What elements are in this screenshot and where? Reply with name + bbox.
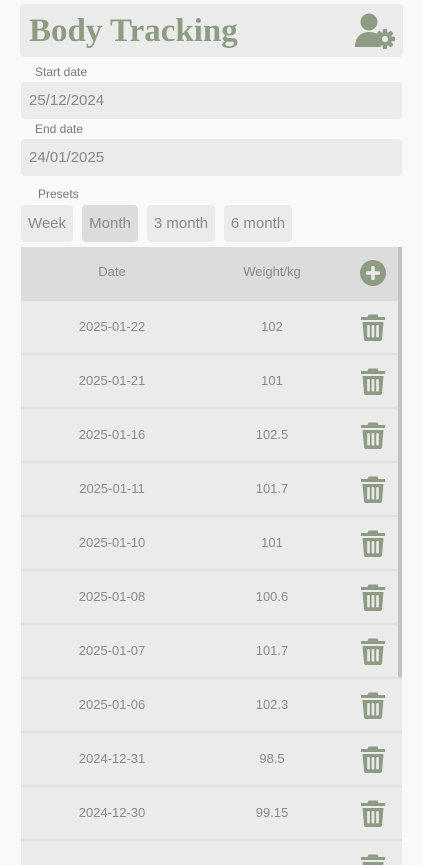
start-date-label: Start date bbox=[35, 65, 88, 79]
row-date: 2025-01-21 bbox=[78, 373, 146, 388]
row-date: 2025-01-08 bbox=[78, 589, 146, 604]
row-date: 2024-12-30 bbox=[78, 805, 146, 820]
table-row: 2025-01-22 102 bbox=[21, 301, 402, 355]
delete-entry-button[interactable] bbox=[361, 476, 385, 503]
delete-entry-button[interactable] bbox=[361, 854, 385, 865]
header-bar: Body Tracking bbox=[20, 4, 403, 57]
row-date: 2025-01-07 bbox=[78, 643, 146, 658]
row-date: 2025-01-16 bbox=[78, 427, 146, 442]
delete-entry-button[interactable] bbox=[361, 422, 385, 449]
table-row: 2025-01-16 102.5 bbox=[21, 409, 402, 463]
row-weight: 101 bbox=[261, 535, 283, 550]
trash-icon bbox=[361, 368, 385, 395]
add-entry-button[interactable] bbox=[360, 260, 386, 286]
row-date: 2025-01-11 bbox=[79, 481, 145, 496]
table-row: 2024-12-31 98.5 bbox=[21, 733, 402, 787]
preset-month-button[interactable]: Month bbox=[82, 205, 138, 242]
trash-icon bbox=[361, 584, 385, 611]
row-weight: 101 bbox=[261, 373, 283, 388]
row-weight: 100.6 bbox=[255, 589, 289, 604]
weight-table: Date Weight/kg 2025-01-22 102 2025-01-21… bbox=[21, 247, 402, 865]
row-weight: 102.5 bbox=[255, 427, 289, 442]
table-row: 2025-01-10 101 bbox=[21, 517, 402, 571]
trash-icon bbox=[361, 746, 385, 773]
column-header-weight: Weight/kg bbox=[243, 264, 301, 279]
row-date: 2025-01-22 bbox=[78, 319, 146, 334]
start-date-input[interactable] bbox=[21, 82, 402, 119]
user-settings-button[interactable] bbox=[355, 13, 395, 49]
row-weight: 102.3 bbox=[255, 697, 289, 712]
table-row: 2025-01-08 100.6 bbox=[21, 571, 402, 625]
trash-icon bbox=[361, 314, 385, 341]
column-header-date: Date bbox=[98, 264, 126, 279]
table-row-partial bbox=[21, 841, 402, 865]
trash-icon bbox=[361, 638, 385, 665]
end-date-input[interactable] bbox=[21, 139, 402, 176]
table-scrollbar[interactable] bbox=[398, 247, 402, 677]
row-date: 2025-01-06 bbox=[78, 697, 146, 712]
row-weight: 101.7 bbox=[255, 481, 289, 496]
user-gear-icon bbox=[355, 13, 395, 49]
preset-6-month-button[interactable]: 6 month bbox=[224, 205, 292, 242]
delete-entry-button[interactable] bbox=[361, 368, 385, 395]
trash-icon bbox=[361, 854, 385, 865]
app: Body Tracking Start date 25/12/2024 End … bbox=[0, 0, 423, 865]
plus-circle-icon bbox=[360, 260, 386, 286]
table-row: 2025-01-21 101 bbox=[21, 355, 402, 409]
end-date-field[interactable] bbox=[21, 139, 402, 176]
delete-entry-button[interactable] bbox=[361, 638, 385, 665]
table-row: 2025-01-11 101.7 bbox=[21, 463, 402, 517]
delete-entry-button[interactable] bbox=[361, 530, 385, 557]
delete-entry-button[interactable] bbox=[361, 692, 385, 719]
delete-entry-button[interactable] bbox=[361, 584, 385, 611]
preset-3-month-button[interactable]: 3 month bbox=[147, 205, 215, 242]
trash-icon bbox=[361, 800, 385, 827]
row-weight: 102 bbox=[261, 319, 283, 334]
preset-week-button[interactable]: Week bbox=[21, 205, 73, 242]
app-title: Body Tracking bbox=[29, 13, 238, 49]
trash-icon bbox=[361, 530, 385, 557]
trash-icon bbox=[361, 476, 385, 503]
presets-label: Presets bbox=[38, 187, 79, 201]
row-weight: 98.5 bbox=[259, 751, 285, 766]
start-date-field[interactable] bbox=[21, 82, 402, 119]
end-date-label: End date bbox=[35, 122, 84, 136]
row-weight: 101.7 bbox=[255, 643, 289, 658]
trash-icon bbox=[361, 692, 385, 719]
delete-entry-button[interactable] bbox=[361, 746, 385, 773]
table-row: 2024-12-30 99.15 bbox=[21, 787, 402, 841]
table-row: 2025-01-06 102.3 bbox=[21, 679, 402, 733]
row-date: 2024-12-31 bbox=[78, 751, 146, 766]
table-row: 2025-01-07 101.7 bbox=[21, 625, 402, 679]
trash-icon bbox=[361, 422, 385, 449]
delete-entry-button[interactable] bbox=[361, 314, 385, 341]
row-weight: 99.15 bbox=[255, 805, 289, 820]
delete-entry-button[interactable] bbox=[361, 800, 385, 827]
row-date: 2025-01-10 bbox=[78, 535, 146, 550]
table-header: Date Weight/kg bbox=[21, 247, 402, 301]
